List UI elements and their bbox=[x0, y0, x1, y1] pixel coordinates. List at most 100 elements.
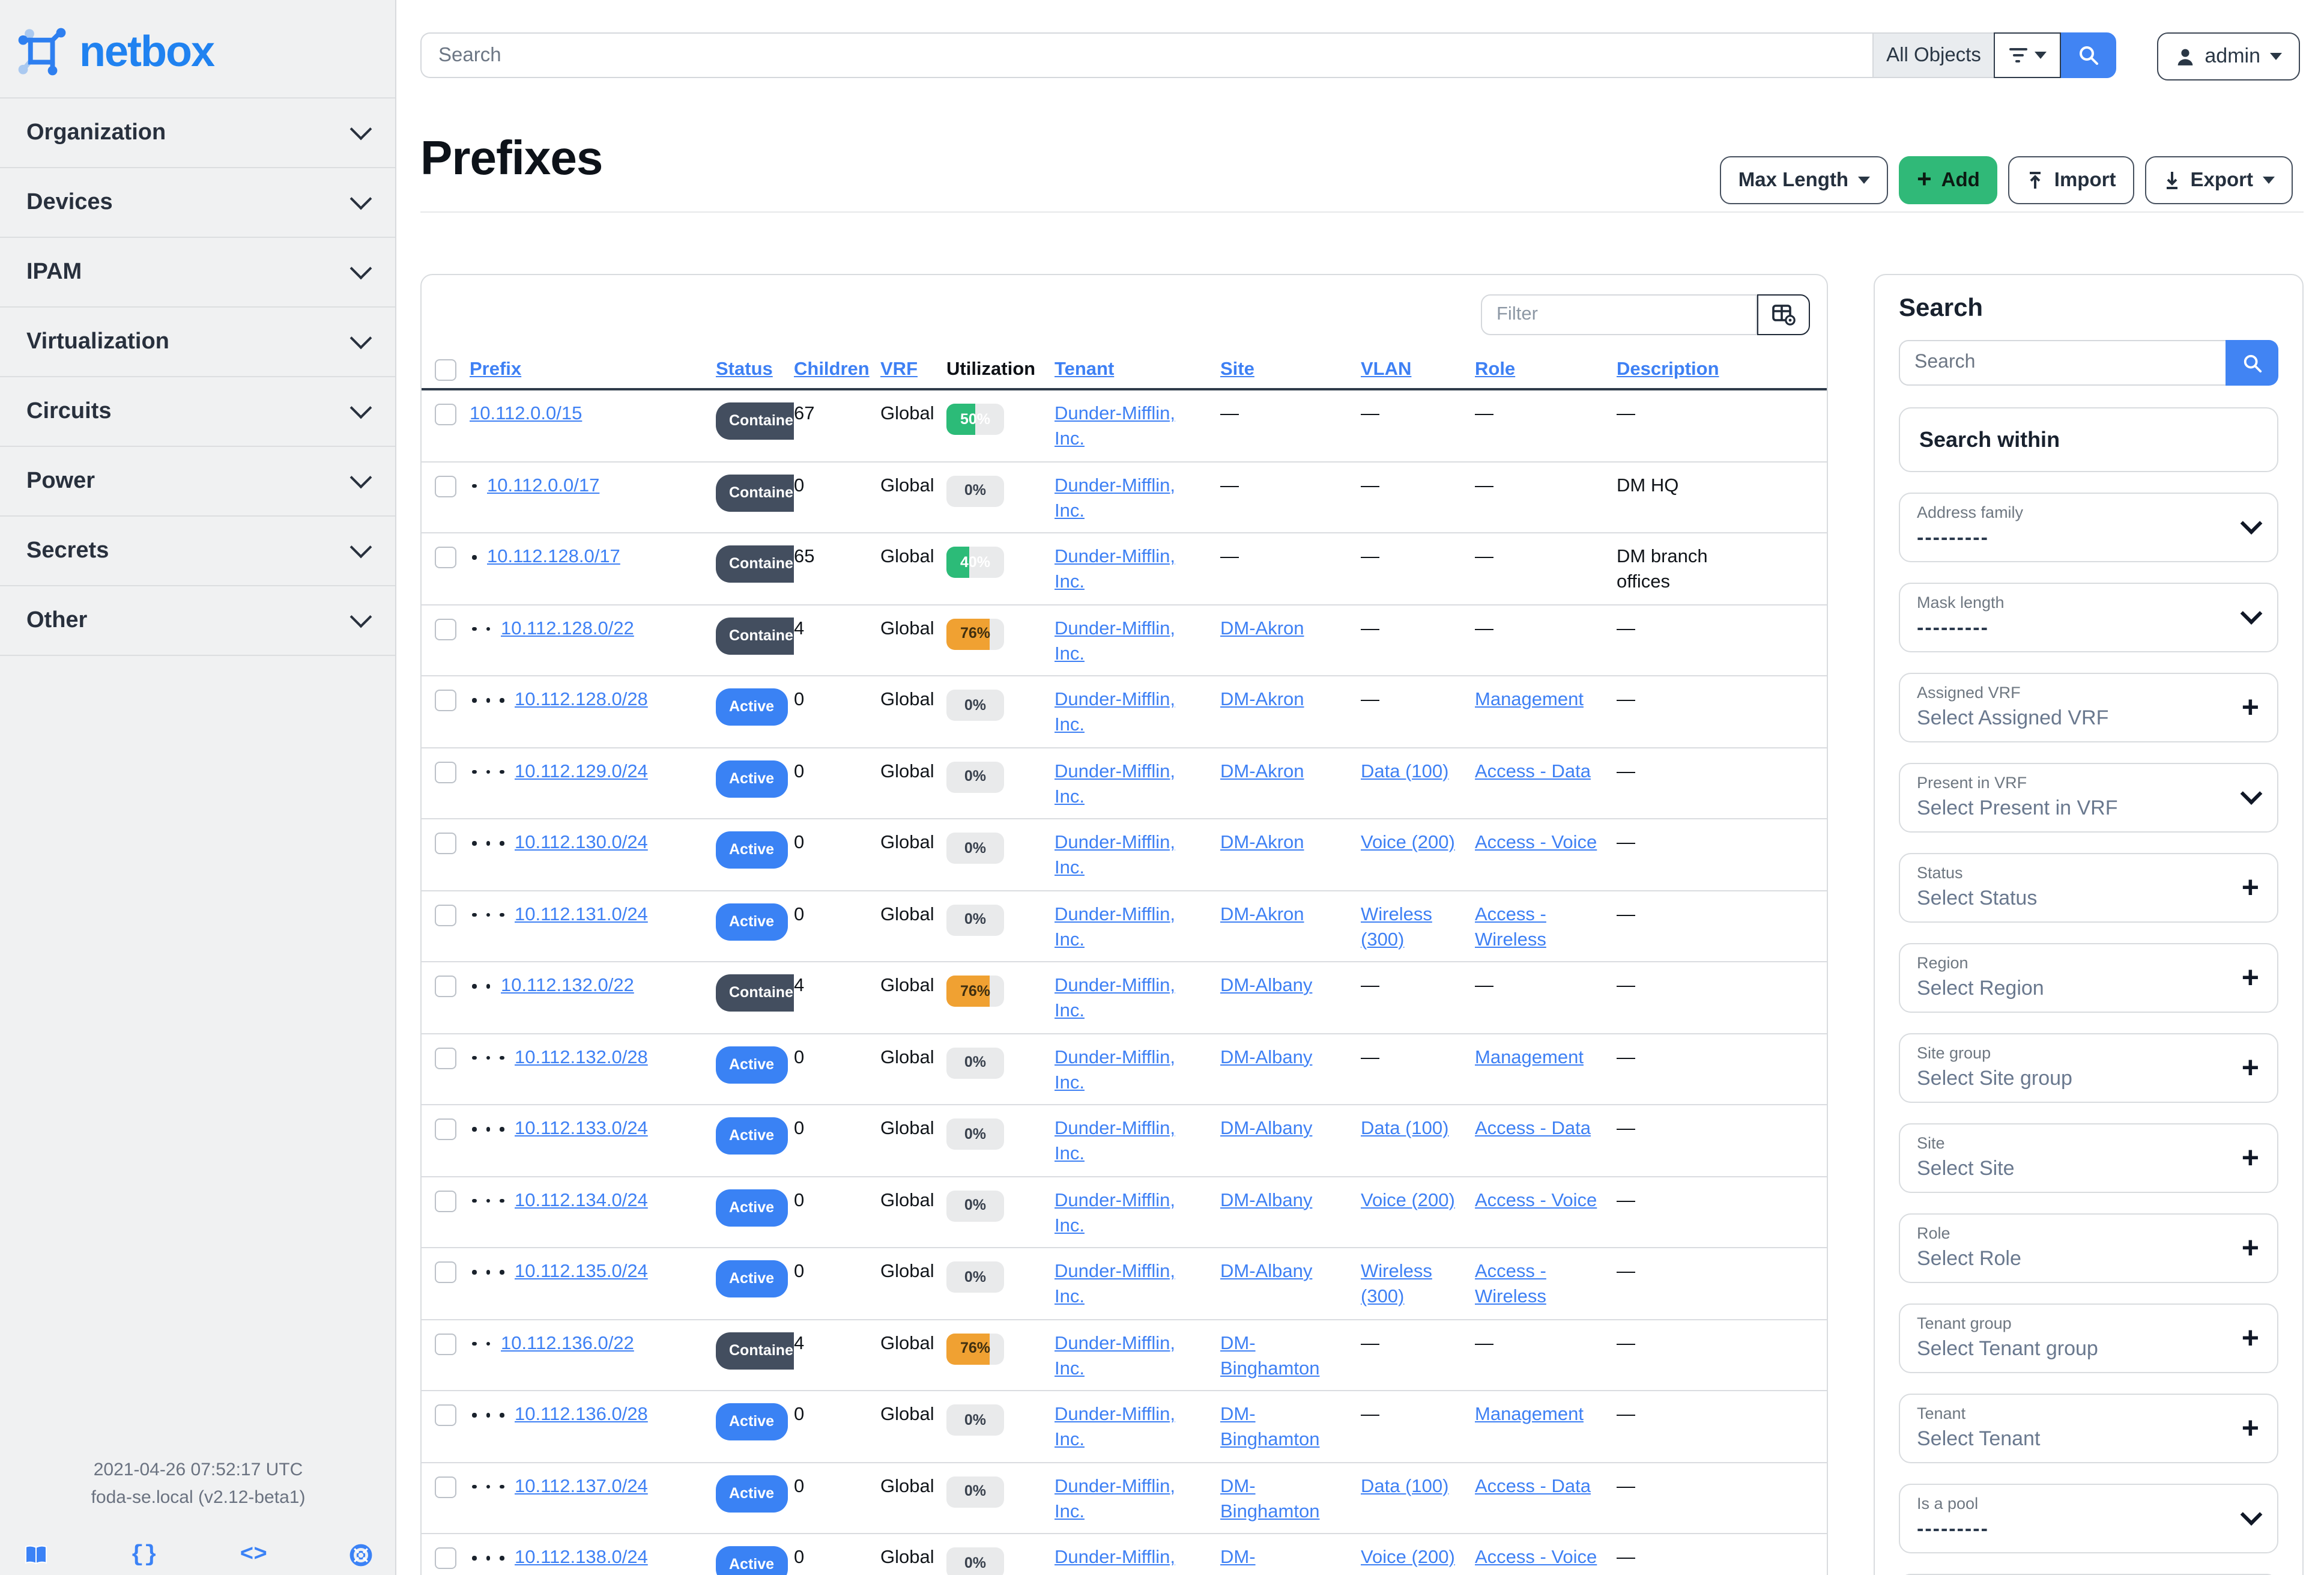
filter-field-tenant[interactable]: Tenant Select Tenant + bbox=[1899, 1394, 2278, 1463]
prefix-link[interactable]: 10.112.128.0/17 bbox=[487, 544, 620, 569]
filter-field-site[interactable]: Site Select Site + bbox=[1899, 1123, 2278, 1193]
prefix-link[interactable]: 10.112.138.0/24 bbox=[515, 1545, 648, 1570]
tenant-link[interactable]: Dunder-Mifflin,Inc. bbox=[1055, 1473, 1220, 1524]
vlan-link[interactable]: Data (100) bbox=[1361, 1116, 1475, 1141]
role-link[interactable]: Access - Data bbox=[1475, 1116, 1617, 1141]
row-checkbox[interactable] bbox=[435, 904, 456, 926]
configure-columns-button[interactable] bbox=[1757, 294, 1810, 335]
sidebar-item-secrets[interactable]: Secrets bbox=[0, 517, 395, 586]
vlan-link[interactable]: Wireless (300) bbox=[1361, 902, 1475, 952]
column-header-vrf[interactable]: VRF bbox=[880, 359, 918, 380]
code-icon[interactable]: <> bbox=[240, 1541, 267, 1568]
prefix-link[interactable]: 10.112.133.0/24 bbox=[515, 1116, 648, 1141]
tenant-link[interactable]: Dunder-Mifflin,Inc. bbox=[1055, 902, 1220, 952]
tenant-link[interactable]: Dunder-Mifflin,Inc. bbox=[1055, 544, 1220, 595]
tenant-link[interactable]: Dunder-Mifflin,Inc. bbox=[1055, 687, 1220, 738]
global-search-input[interactable] bbox=[420, 32, 1872, 78]
tenant-link[interactable]: Dunder-Mifflin,Inc. bbox=[1055, 1045, 1220, 1095]
prefix-link[interactable]: 10.112.128.0/22 bbox=[501, 616, 634, 641]
prefix-link[interactable]: 10.112.134.0/24 bbox=[515, 1188, 648, 1213]
community-lifebuoy-icon[interactable] bbox=[350, 1543, 372, 1566]
column-header-children[interactable]: Children bbox=[794, 359, 870, 380]
row-checkbox[interactable] bbox=[435, 1547, 456, 1569]
row-checkbox[interactable] bbox=[435, 1261, 456, 1283]
tenant-link[interactable]: Dunder-Mifflin,Inc. bbox=[1055, 1402, 1220, 1452]
filter-field-mask-length[interactable]: Mask length --------- bbox=[1899, 583, 2278, 652]
prefix-link[interactable]: 10.112.132.0/28 bbox=[515, 1045, 648, 1070]
prefix-link[interactable]: 10.112.132.0/22 bbox=[501, 973, 634, 998]
role-link[interactable]: Management bbox=[1475, 687, 1617, 712]
tenant-link[interactable]: Dunder-Mifflin,Inc. bbox=[1055, 473, 1220, 523]
site-link[interactable]: DM-Binghamton bbox=[1220, 1545, 1361, 1575]
row-checkbox[interactable] bbox=[435, 404, 456, 425]
tenant-link[interactable]: Dunder-Mifflin,Inc. bbox=[1055, 1259, 1220, 1309]
row-checkbox[interactable] bbox=[435, 1404, 456, 1426]
site-link[interactable]: DM-Akron bbox=[1220, 759, 1361, 784]
api-braces-icon[interactable]: {} bbox=[130, 1541, 158, 1568]
row-checkbox[interactable] bbox=[435, 833, 456, 854]
select-all-checkbox[interactable] bbox=[435, 359, 456, 381]
max-length-button[interactable]: Max Length bbox=[1720, 156, 1889, 204]
tenant-link[interactable]: Dunder-Mifflin,Inc. bbox=[1055, 401, 1220, 452]
row-checkbox[interactable] bbox=[435, 690, 456, 711]
role-link[interactable]: Access - Wireless bbox=[1475, 1259, 1617, 1309]
column-header-prefix[interactable]: Prefix bbox=[470, 359, 521, 380]
site-link[interactable]: DM-Binghamton bbox=[1220, 1331, 1361, 1381]
user-menu-button[interactable]: admin bbox=[2156, 32, 2300, 80]
search-filter-dropdown-button[interactable] bbox=[1994, 32, 2061, 78]
row-checkbox[interactable] bbox=[435, 976, 456, 997]
export-button[interactable]: Export bbox=[2144, 156, 2293, 204]
column-header-vlan[interactable]: VLAN bbox=[1361, 359, 1411, 380]
column-header-role[interactable]: Role bbox=[1475, 359, 1515, 380]
vlan-link[interactable]: Voice (200) bbox=[1361, 1188, 1475, 1213]
table-filter-input[interactable] bbox=[1481, 294, 1757, 335]
row-checkbox[interactable] bbox=[435, 475, 456, 497]
column-header-status[interactable]: Status bbox=[716, 359, 773, 380]
site-link[interactable]: DM-Akron bbox=[1220, 616, 1361, 641]
column-header-tenant[interactable]: Tenant bbox=[1055, 359, 1114, 380]
import-button[interactable]: Import bbox=[2008, 156, 2134, 204]
row-checkbox[interactable] bbox=[435, 1190, 456, 1212]
filter-field-site-group[interactable]: Site group Select Site group + bbox=[1899, 1033, 2278, 1103]
vlan-link[interactable]: Wireless (300) bbox=[1361, 1259, 1475, 1309]
site-link[interactable]: DM-Albany bbox=[1220, 1045, 1361, 1070]
prefix-link[interactable]: 10.112.130.0/24 bbox=[515, 830, 648, 855]
vlan-link[interactable]: Voice (200) bbox=[1361, 1545, 1475, 1570]
role-link[interactable]: Access - Wireless bbox=[1475, 902, 1617, 952]
sidebar-item-power[interactable]: Power bbox=[0, 447, 395, 517]
role-link[interactable]: Access - Data bbox=[1475, 759, 1617, 784]
sidebar-item-other[interactable]: Other bbox=[0, 586, 395, 656]
row-checkbox[interactable] bbox=[435, 547, 456, 568]
row-checkbox[interactable] bbox=[435, 618, 456, 640]
prefix-link[interactable]: 10.112.135.0/24 bbox=[515, 1259, 648, 1284]
tenant-link[interactable]: Dunder-Mifflin,Inc. bbox=[1055, 830, 1220, 881]
prefix-link[interactable]: 10.112.128.0/28 bbox=[515, 687, 648, 712]
site-link[interactable]: DM-Albany bbox=[1220, 1259, 1361, 1284]
role-link[interactable]: Access - Voice bbox=[1475, 1188, 1617, 1213]
global-search-button[interactable] bbox=[2061, 32, 2116, 78]
row-checkbox[interactable] bbox=[435, 1047, 456, 1069]
site-link[interactable]: DM-Albany bbox=[1220, 1188, 1361, 1213]
filter-field-address-family[interactable]: Address family --------- bbox=[1899, 493, 2278, 562]
sidebar-item-devices[interactable]: Devices bbox=[0, 168, 395, 238]
prefix-link[interactable]: 10.112.136.0/22 bbox=[501, 1331, 634, 1356]
vlan-link[interactable]: Data (100) bbox=[1361, 759, 1475, 784]
row-checkbox[interactable] bbox=[435, 1333, 456, 1355]
filter-field-region[interactable]: Region Select Region + bbox=[1899, 943, 2278, 1013]
tenant-link[interactable]: Dunder-Mifflin,Inc. bbox=[1055, 1188, 1220, 1238]
prefix-link[interactable]: 10.112.136.0/28 bbox=[515, 1402, 648, 1427]
filter-field-status[interactable]: Status Select Status + bbox=[1899, 853, 2278, 923]
tenant-link[interactable]: Dunder-Mifflin,Inc. bbox=[1055, 1331, 1220, 1381]
docs-book-icon[interactable] bbox=[24, 1544, 48, 1565]
add-button[interactable]: + Add bbox=[1899, 156, 1998, 204]
filter-field-present-in-vrf[interactable]: Present in VRF Select Present in VRF bbox=[1899, 763, 2278, 833]
sidebar-item-ipam[interactable]: IPAM bbox=[0, 238, 395, 308]
row-checkbox[interactable] bbox=[435, 1476, 456, 1498]
sidebar-item-organization[interactable]: Organization bbox=[0, 99, 395, 168]
vlan-link[interactable]: Data (100) bbox=[1361, 1473, 1475, 1499]
prefix-link[interactable]: 10.112.0.0/15 bbox=[470, 401, 582, 426]
tenant-link[interactable]: Dunder-Mifflin,Inc. bbox=[1055, 973, 1220, 1024]
filter-panel-search-button[interactable] bbox=[2226, 340, 2278, 386]
tenant-link[interactable]: Dunder-Mifflin,Inc. bbox=[1055, 1545, 1220, 1575]
site-link[interactable]: DM-Akron bbox=[1220, 902, 1361, 927]
